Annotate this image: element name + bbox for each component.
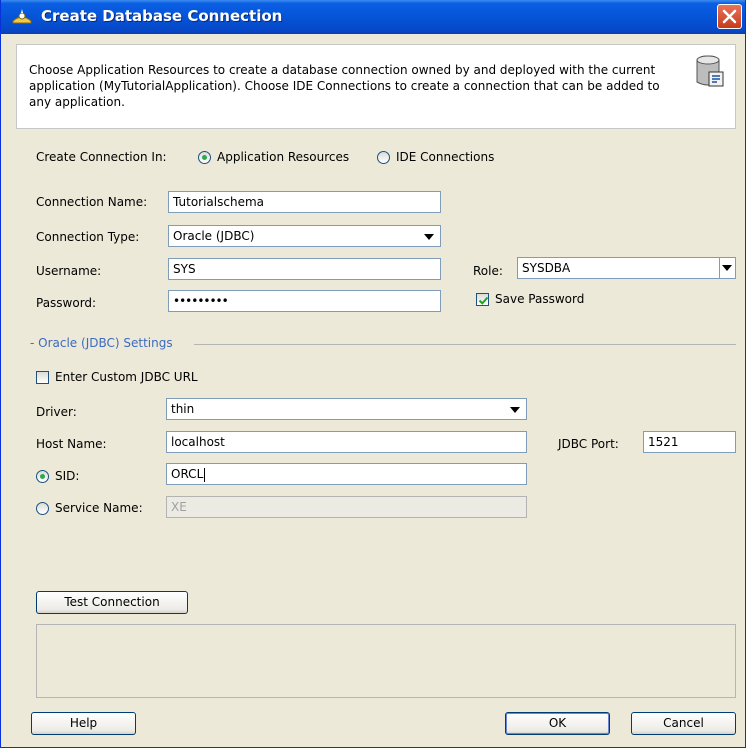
password-label: Password: bbox=[36, 296, 97, 310]
create-in-label: Create Connection In: bbox=[36, 150, 167, 164]
connection-name-label: Connection Name: bbox=[36, 195, 148, 209]
role-label: Role: bbox=[473, 264, 503, 278]
jdbc-port-label: JDBC Port: bbox=[558, 437, 619, 451]
test-connection-button[interactable]: Test Connection bbox=[36, 591, 188, 614]
app-title-icon bbox=[11, 7, 33, 27]
description-panel: Choose Application Resources to create a… bbox=[16, 44, 736, 129]
jdbc-port-input[interactable]: 1521 bbox=[643, 431, 736, 453]
radio-application-resources-label: Application Resources bbox=[217, 150, 350, 164]
chevron-down-icon bbox=[722, 265, 732, 271]
driver-label: Driver: bbox=[36, 405, 77, 419]
ok-button[interactable]: OK bbox=[505, 712, 610, 735]
description-text: Choose Application Resources to create a… bbox=[29, 63, 660, 109]
database-icon bbox=[695, 54, 725, 93]
close-icon bbox=[722, 9, 737, 24]
driver-value: thin bbox=[171, 402, 195, 416]
section-divider bbox=[194, 344, 736, 345]
sid-input[interactable]: ORCL bbox=[166, 463, 527, 485]
radio-ide-connections[interactable] bbox=[377, 151, 390, 164]
driver-select[interactable]: thin bbox=[166, 398, 527, 420]
sid-label: SID: bbox=[55, 469, 80, 483]
radio-ide-connections-label: IDE Connections bbox=[396, 150, 495, 164]
service-name-input[interactable]: XE bbox=[166, 496, 527, 518]
chevron-down-icon bbox=[424, 234, 434, 240]
radio-service-name[interactable] bbox=[36, 502, 49, 515]
title-bar[interactable]: Create Database Connection bbox=[1, 0, 745, 34]
host-name-label: Host Name: bbox=[36, 437, 107, 451]
connection-type-value: Oracle (JDBC) bbox=[173, 229, 255, 243]
jdbc-section-title: - Oracle (JDBC) Settings bbox=[30, 336, 173, 350]
role-select[interactable]: SYSDBA bbox=[517, 257, 736, 279]
service-name-label: Service Name: bbox=[55, 501, 143, 515]
close-button[interactable] bbox=[717, 4, 742, 29]
password-input[interactable]: ••••••••• bbox=[168, 290, 441, 312]
radio-sid[interactable] bbox=[36, 470, 49, 483]
connection-type-label: Connection Type: bbox=[36, 230, 140, 244]
host-name-input[interactable]: localhost bbox=[166, 431, 527, 453]
connection-name-input[interactable]: Tutorialschema bbox=[168, 191, 441, 213]
custom-jdbc-url-checkbox[interactable] bbox=[36, 371, 49, 384]
username-input[interactable]: SYS bbox=[168, 258, 441, 280]
test-status-area bbox=[36, 624, 736, 698]
checkmark-icon bbox=[478, 296, 489, 305]
role-value: SYSDBA bbox=[522, 261, 571, 275]
radio-application-resources[interactable] bbox=[198, 151, 211, 164]
save-password-label: Save Password bbox=[495, 292, 585, 306]
chevron-down-icon bbox=[510, 407, 520, 413]
sid-value: ORCL bbox=[171, 467, 204, 481]
username-label: Username: bbox=[36, 264, 102, 278]
window-title: Create Database Connection bbox=[41, 7, 283, 25]
dialog-window: Create Database Connection Choose Applic… bbox=[0, 0, 746, 748]
help-button[interactable]: Help bbox=[31, 712, 136, 735]
save-password-checkbox[interactable] bbox=[476, 293, 489, 306]
custom-jdbc-url-label: Enter Custom JDBC URL bbox=[55, 370, 198, 384]
connection-type-select[interactable]: Oracle (JDBC) bbox=[168, 225, 441, 247]
role-dropdown-button[interactable] bbox=[719, 258, 735, 278]
cancel-button[interactable]: Cancel bbox=[631, 712, 736, 735]
text-cursor bbox=[204, 467, 206, 482]
